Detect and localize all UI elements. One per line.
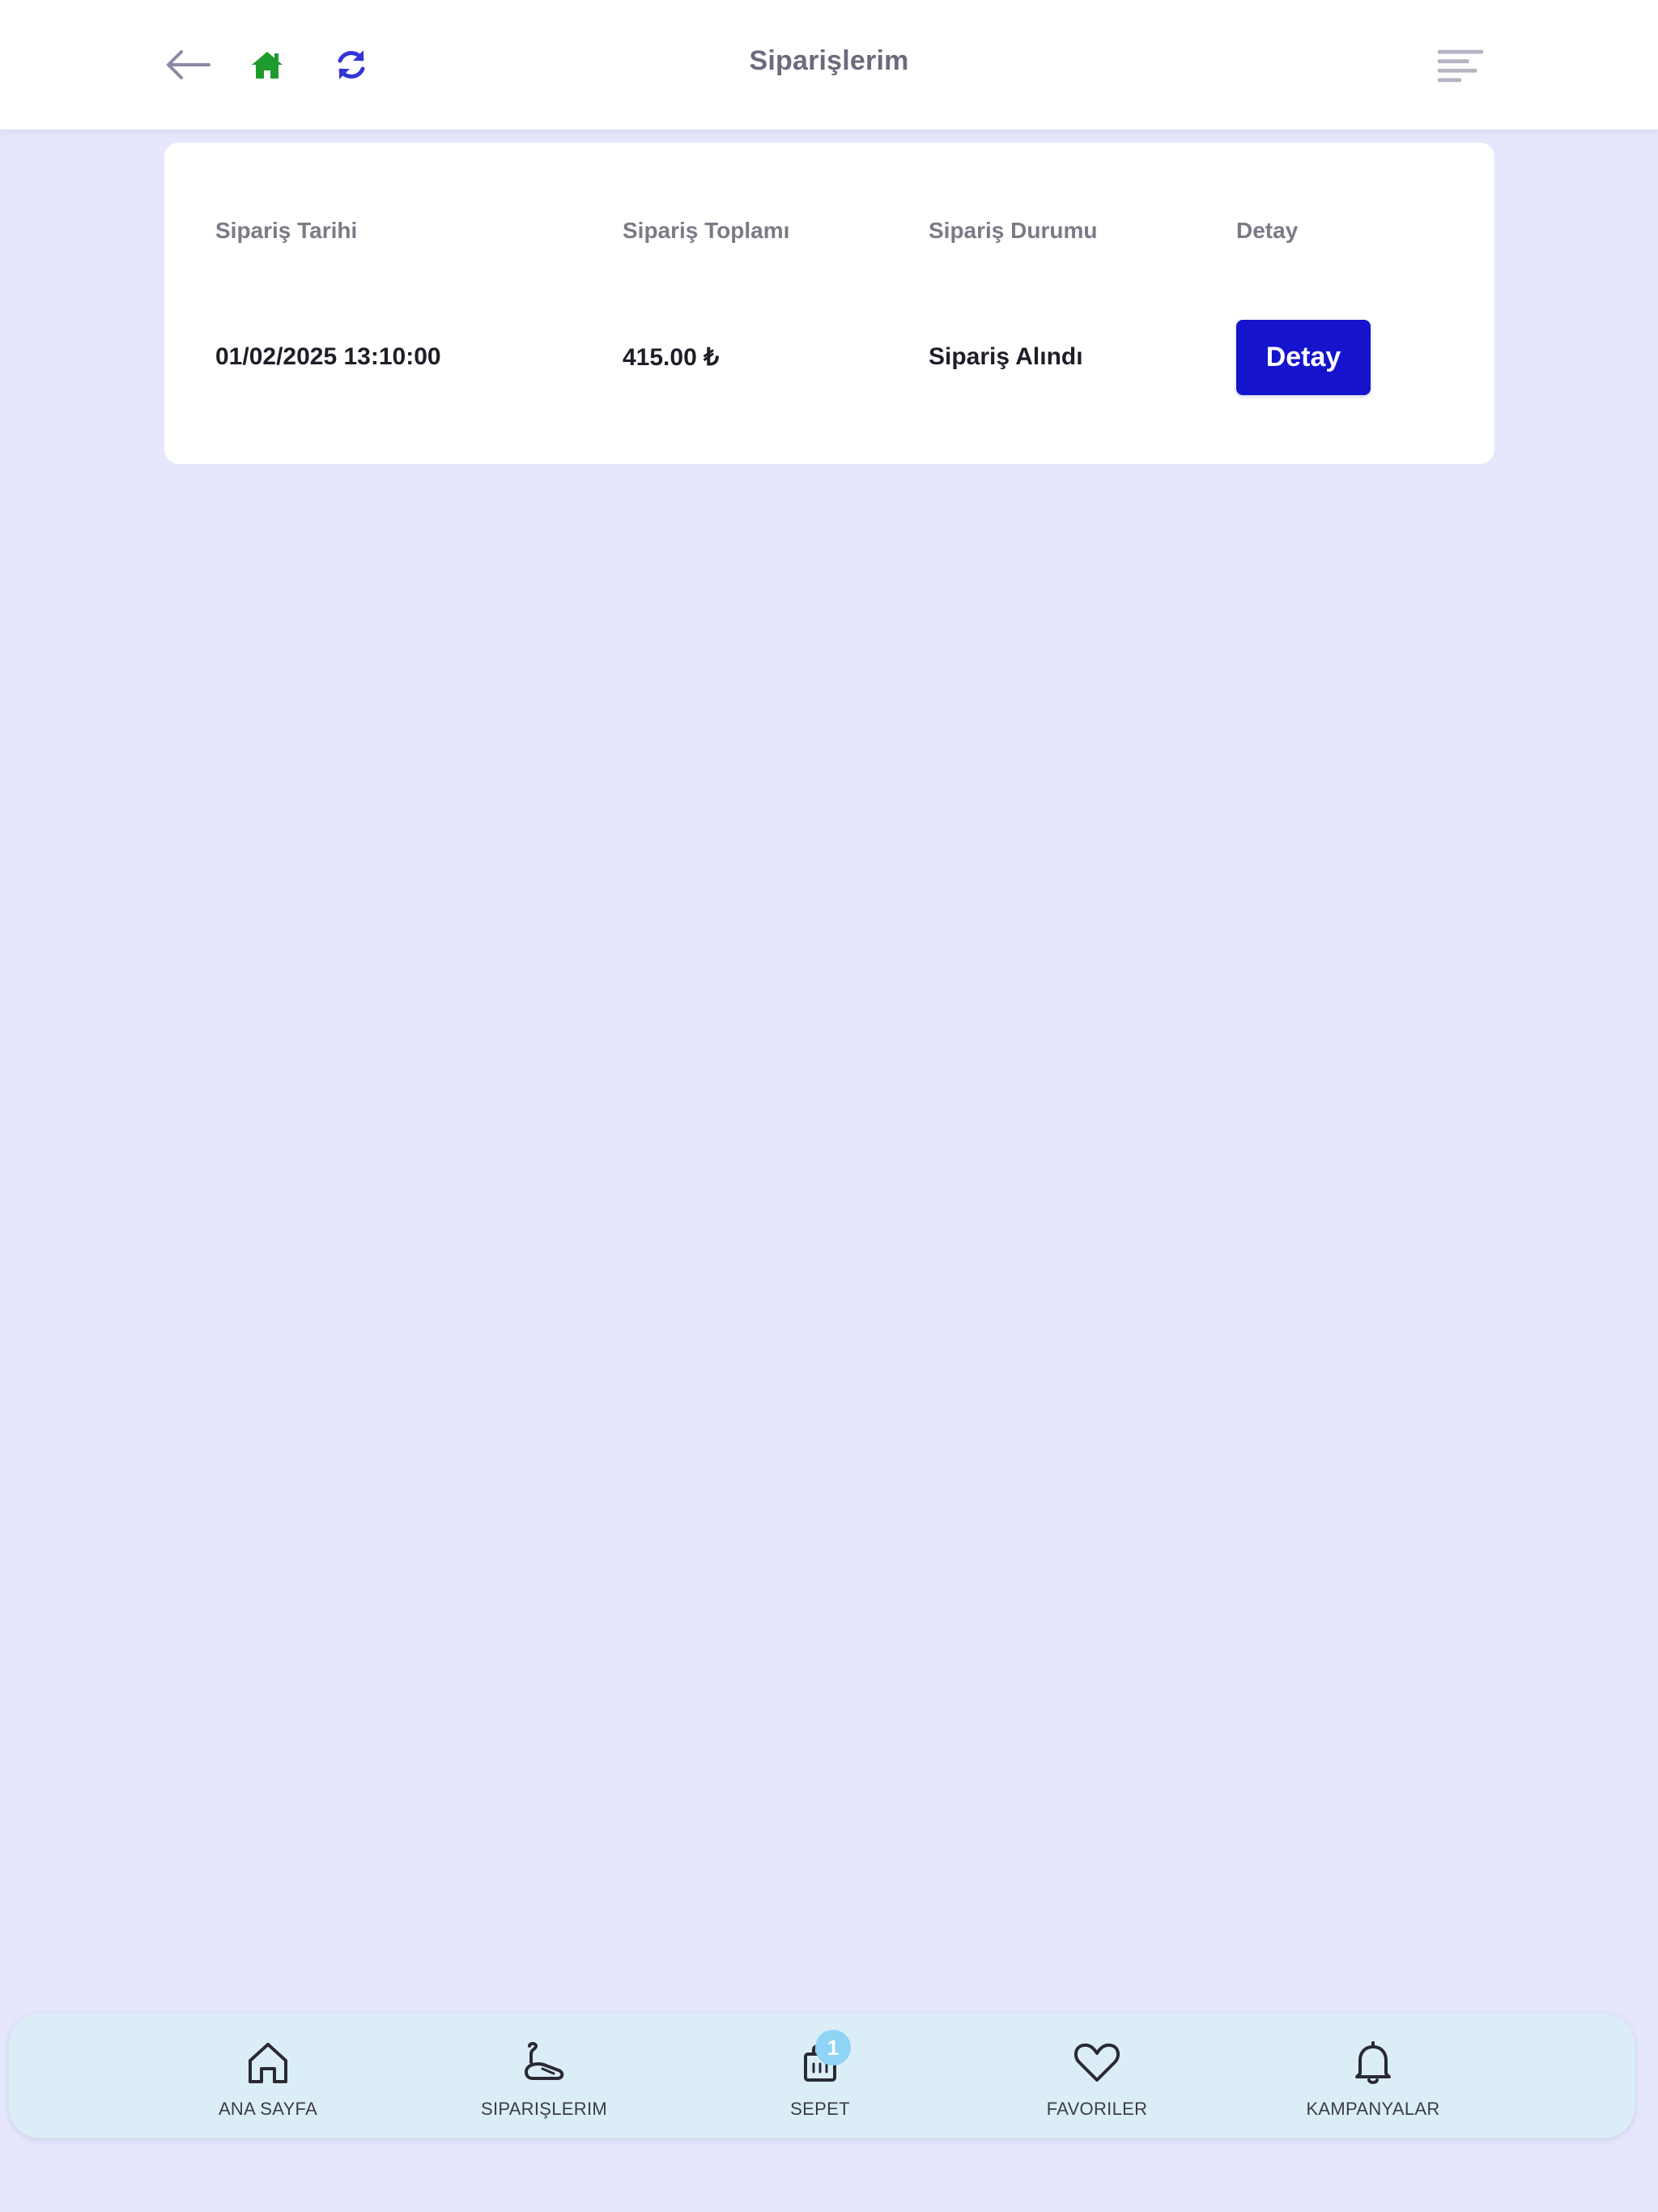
nav-label-cart: SEPET [790,2099,850,2119]
column-header-total: Sipariş Toplamı [623,218,790,243]
bell-icon [1355,2041,1391,2084]
order-status: Sipariş Alındı [929,343,1083,370]
bottom-navigation: ANA SAYFA SIPARIŞLERIM 1 SEPET FAVORILER… [9,2014,1635,2138]
nav-label-orders: SIPARIŞLERIM [480,2099,607,2119]
menu-button[interactable] [1436,40,1485,89]
order-date: 01/02/2025 13:10:00 [215,343,441,370]
nav-label-favorites: FAVORILER [1046,2099,1148,2119]
detail-button[interactable]: Detay [1236,320,1371,395]
page-title: Siparişlerim [749,45,909,76]
orders-icon [525,2042,564,2080]
orders-table: Sipariş Tarihi Sipariş Toplamı Sipariş D… [164,143,1494,464]
column-header-date: Sipariş Tarihi [215,218,358,243]
nav-item-home[interactable]: ANA SAYFA [147,2014,389,2138]
heart-icon [1073,2043,1120,2082]
home-outline-icon [249,2043,287,2083]
nav-item-orders[interactable]: SIPARIŞLERIM [423,2014,665,2138]
cart-badge: 1 [815,2030,851,2065]
top-app-bar: Siparişlerim [0,0,1658,130]
order-total: 415.00 ₺ [623,344,720,371]
nav-item-favorites[interactable]: FAVORILER [976,2014,1218,2138]
nav-label-home: ANA SAYFA [218,2099,318,2119]
nav-item-cart[interactable]: 1 SEPET [699,2014,942,2138]
nav-item-campaigns[interactable]: KAMPANYALAR [1252,2014,1494,2138]
menu-lines-icon [1437,49,1484,83]
column-header-detail: Detay [1236,218,1299,243]
column-header-status: Sipariş Durumu [929,218,1098,243]
nav-label-campaigns: KAMPANYALAR [1306,2099,1440,2119]
